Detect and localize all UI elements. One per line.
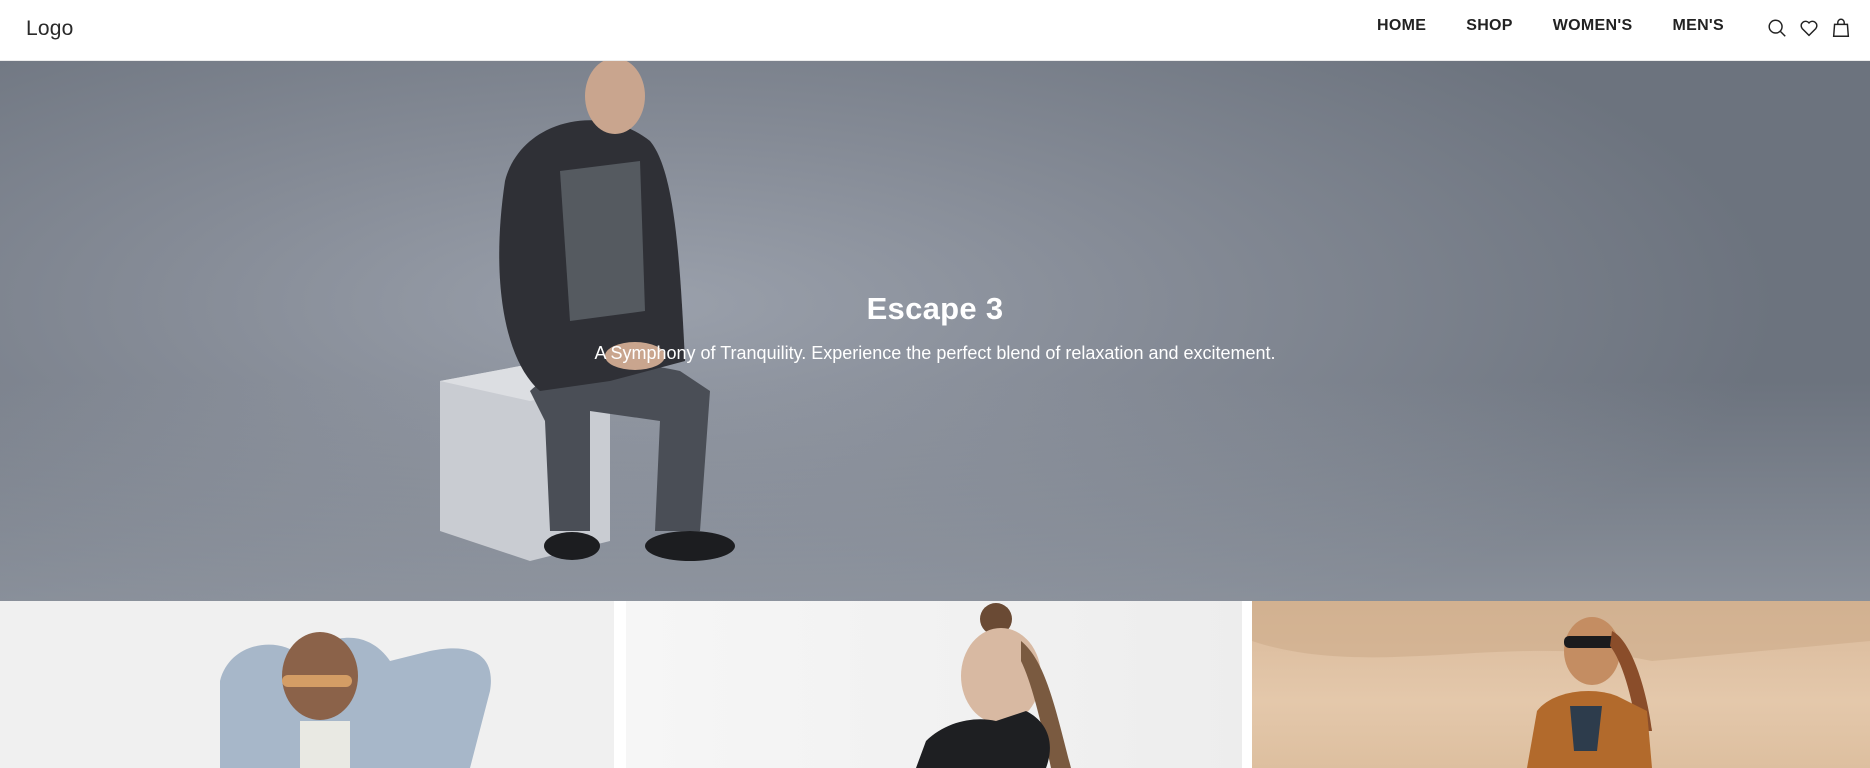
site-header: Logo HOME SHOP WOMEN'S MEN'S [0, 0, 1870, 61]
hero-banner: Escape 3 A Symphony of Tranquility. Expe… [0, 61, 1870, 601]
hero-title: Escape 3 [866, 291, 1004, 326]
tile-gap [1242, 601, 1252, 768]
nav-shop[interactable]: SHOP [1466, 17, 1513, 35]
header-icons [1766, 17, 1852, 39]
search-icon[interactable] [1766, 17, 1788, 39]
hero-floor-shade [0, 381, 1870, 601]
tile-gap [614, 601, 626, 768]
hero-subtitle: A Symphony of Tranquility. Experience th… [594, 343, 1276, 363]
tile-model-image-3 [1252, 601, 1870, 768]
heart-icon[interactable] [1798, 17, 1820, 39]
category-tiles [0, 601, 1870, 768]
logo[interactable]: Logo [26, 17, 74, 41]
category-tile-black[interactable] [626, 601, 1242, 768]
category-tile-denim[interactable] [0, 601, 614, 768]
nav-mens[interactable]: MEN'S [1672, 17, 1724, 35]
tile-model-image-1 [220, 632, 491, 768]
category-tile-desert[interactable] [1252, 601, 1870, 768]
nav-home[interactable]: HOME [1377, 17, 1426, 35]
nav-womens[interactable]: WOMEN'S [1553, 17, 1633, 35]
shopping-bag-icon[interactable] [1830, 17, 1852, 39]
main-nav: HOME SHOP WOMEN'S MEN'S [1377, 17, 1724, 35]
tile-model-image-2 [916, 603, 1071, 768]
hero-text: Escape 3 A Symphony of Tranquility. Expe… [0, 291, 1870, 364]
